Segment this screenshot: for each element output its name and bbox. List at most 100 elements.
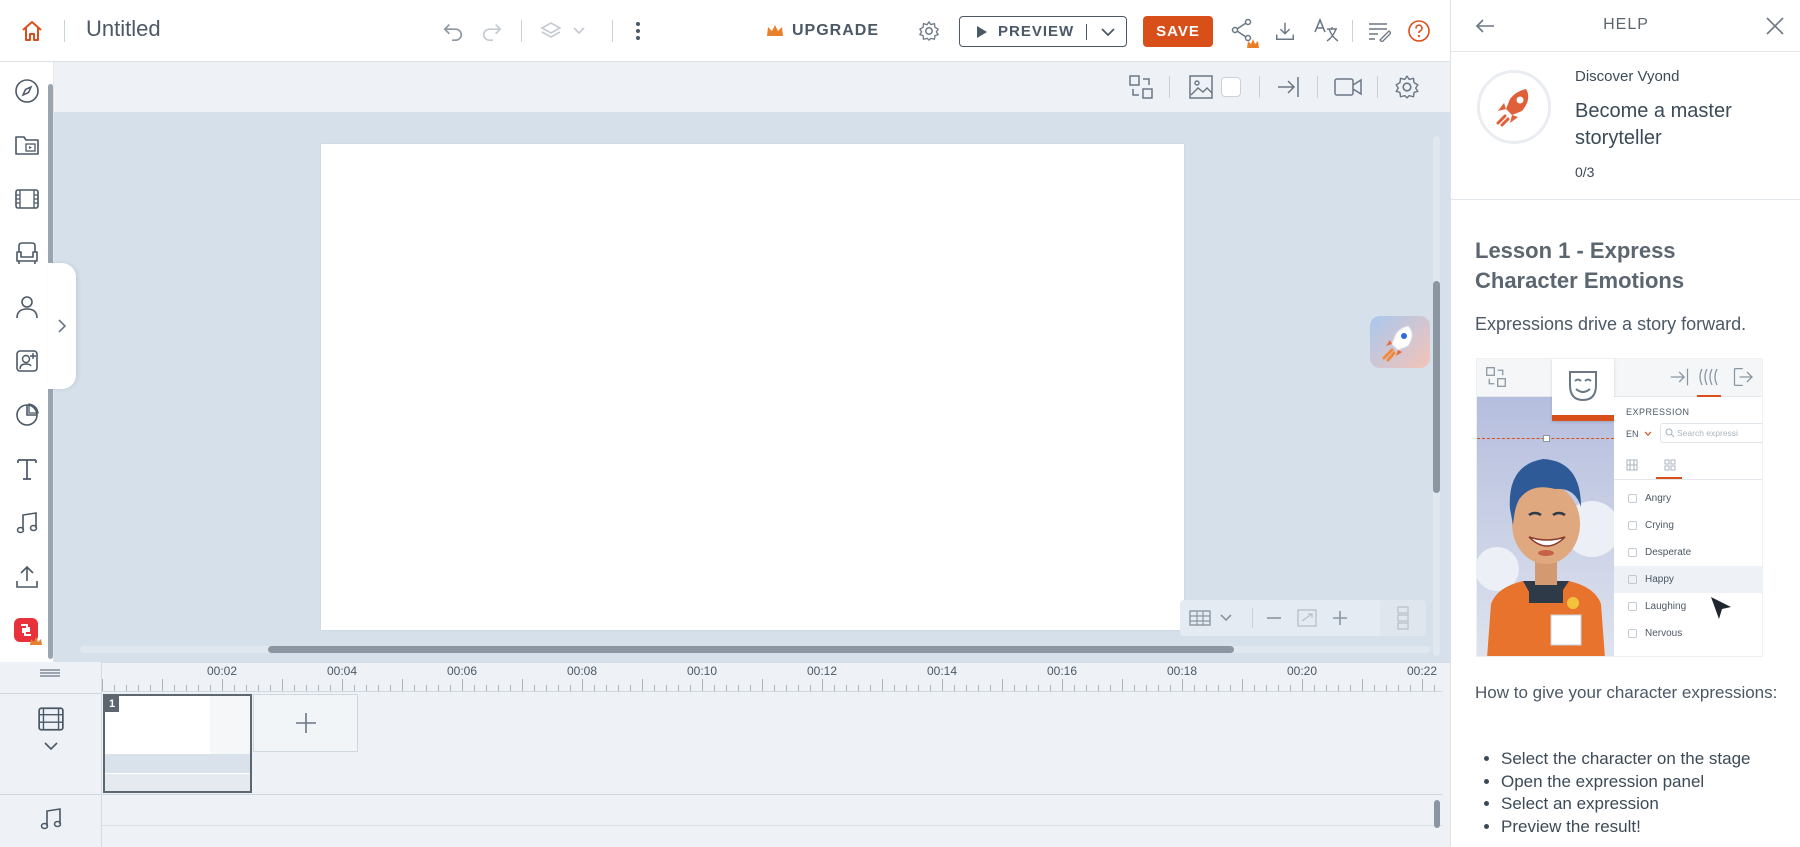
ruler-tick	[1038, 685, 1039, 691]
grid-dropdown-icon[interactable]	[1188, 608, 1238, 628]
timeline-ruler[interactable]: 00:02 00:04 00:06 00:08 00:10 00:12 00:14 00:16…	[102, 662, 1442, 692]
ruler-tick	[786, 685, 787, 691]
home-icon[interactable]	[18, 18, 46, 44]
ruler-tick	[1302, 679, 1303, 691]
save-button[interactable]: SAVE	[1143, 16, 1213, 47]
stage-toolbar	[54, 62, 1450, 112]
expression-face-icon	[1628, 548, 1637, 557]
close-icon[interactable]	[1763, 14, 1787, 38]
upgrade-label: UPGRADE	[792, 22, 880, 39]
sidebar-item-templates[interactable]	[10, 128, 44, 162]
swap-icon[interactable]	[1126, 72, 1156, 102]
sidebar-item-audio[interactable]	[10, 506, 44, 540]
ruler-tick	[582, 679, 583, 691]
sidebar-item-upload[interactable]	[10, 560, 44, 594]
ruler-tick	[858, 685, 859, 691]
scene-thumbnail[interactable]: 1	[103, 694, 252, 793]
ruler-tick	[1146, 685, 1147, 691]
ruler-tick	[114, 685, 115, 691]
chevron-down-icon[interactable]	[40, 738, 62, 754]
expression-face-icon	[1628, 629, 1637, 638]
ruler-tick	[870, 685, 871, 691]
ruler-tick	[882, 679, 883, 691]
sidebar-item-discover[interactable]	[10, 74, 44, 108]
ruler-tick	[618, 685, 619, 691]
expression-list-item: Desperate	[1614, 539, 1762, 566]
plus-icon	[295, 713, 316, 733]
horizontal-scrollbar[interactable]	[80, 646, 1430, 653]
project-title[interactable]: Untitled	[86, 16, 161, 42]
script-notes-icon[interactable]	[1366, 18, 1392, 44]
ruler-tick	[822, 679, 823, 691]
ruler-tick	[690, 685, 691, 691]
sidebar-item-props[interactable]	[10, 236, 44, 270]
layers-dropdown-icon[interactable]	[540, 18, 592, 44]
ruler-tick	[654, 685, 655, 691]
sidebar-item-text[interactable]	[10, 452, 44, 486]
film-icon	[15, 189, 39, 209]
expression-label: Happy	[1645, 574, 1674, 585]
camera-icon[interactable]	[1332, 72, 1364, 102]
discover-card[interactable]: Discover Vyond Become a master storytell…	[1451, 52, 1800, 200]
ruler-tick	[162, 679, 163, 691]
enter-transition-icon[interactable]	[1274, 72, 1304, 102]
ruler-tick	[798, 685, 799, 691]
fit-to-screen-icon[interactable]	[1296, 608, 1318, 628]
ruler-tick	[1374, 685, 1375, 691]
download-icon[interactable]	[1272, 18, 1298, 44]
divider	[64, 20, 65, 42]
expression-face-icon	[1628, 521, 1637, 530]
ruler-tick	[342, 679, 343, 691]
ruler-tick	[750, 685, 751, 691]
ruler-tick	[402, 679, 403, 691]
upgrade-button[interactable]: UPGRADE	[766, 18, 879, 44]
add-scene-button[interactable]	[253, 694, 358, 752]
ruler-tick	[834, 685, 835, 691]
ruler-tick	[522, 679, 523, 691]
help-icon[interactable]	[1406, 18, 1432, 44]
settings-gear-icon[interactable]	[916, 18, 942, 44]
ruler-tick	[1422, 679, 1423, 691]
ruler-tick	[1398, 685, 1399, 691]
video-track-icon[interactable]	[34, 704, 68, 734]
redo-icon[interactable]	[479, 18, 505, 44]
sidebar-item-premium-assets[interactable]	[10, 614, 44, 648]
translate-icon[interactable]	[1311, 16, 1341, 46]
background-color-swatch[interactable]	[1220, 76, 1242, 98]
scene-list-icon[interactable]	[1380, 600, 1426, 636]
stage-canvas[interactable]	[321, 144, 1184, 630]
vertical-scrollbar-thumb[interactable]	[1433, 281, 1440, 493]
vertical-scrollbar[interactable]	[1433, 136, 1440, 656]
ruler-tick	[1314, 685, 1315, 691]
undo-icon[interactable]	[440, 18, 466, 44]
ruler-time-label: 00:20	[1286, 664, 1318, 678]
timeline-resize-handle-icon[interactable]	[38, 666, 62, 680]
ruler-tick	[930, 685, 931, 691]
image-icon[interactable]	[1186, 72, 1216, 102]
zoom-in-icon[interactable]	[1330, 608, 1350, 628]
sidebar-item-characters[interactable]	[10, 290, 44, 324]
left-sidebar	[0, 62, 54, 662]
audio-track-icon[interactable]	[36, 804, 66, 834]
ruler-tick	[1386, 685, 1387, 691]
step-item: Open the expression panel	[1501, 771, 1751, 794]
discover-rocket-button[interactable]	[1370, 316, 1430, 368]
card-title: Become a master storyteller	[1575, 100, 1732, 149]
ruler-tick	[762, 679, 763, 691]
horizontal-scrollbar-thumb[interactable]	[268, 646, 1234, 653]
ruler-tick	[186, 685, 187, 691]
zoom-out-icon[interactable]	[1264, 608, 1284, 628]
sidebar-item-charts[interactable]	[10, 398, 44, 432]
share-icon[interactable]	[1230, 18, 1260, 50]
ruler-tick	[1134, 685, 1135, 691]
ruler-tick	[606, 685, 607, 691]
more-vertical-icon[interactable]	[628, 18, 648, 44]
scene-settings-gear-icon[interactable]	[1392, 72, 1422, 102]
expression-label: Desperate	[1645, 547, 1692, 558]
sidebar-collapse-tab[interactable]	[48, 263, 76, 389]
sidebar-item-character-creator[interactable]	[10, 344, 44, 378]
timeline-scrollbar-thumb[interactable]	[1434, 800, 1440, 828]
preview-button[interactable]: PREVIEW	[959, 16, 1127, 47]
sidebar-item-scenes[interactable]	[10, 182, 44, 216]
text-icon	[17, 459, 37, 480]
